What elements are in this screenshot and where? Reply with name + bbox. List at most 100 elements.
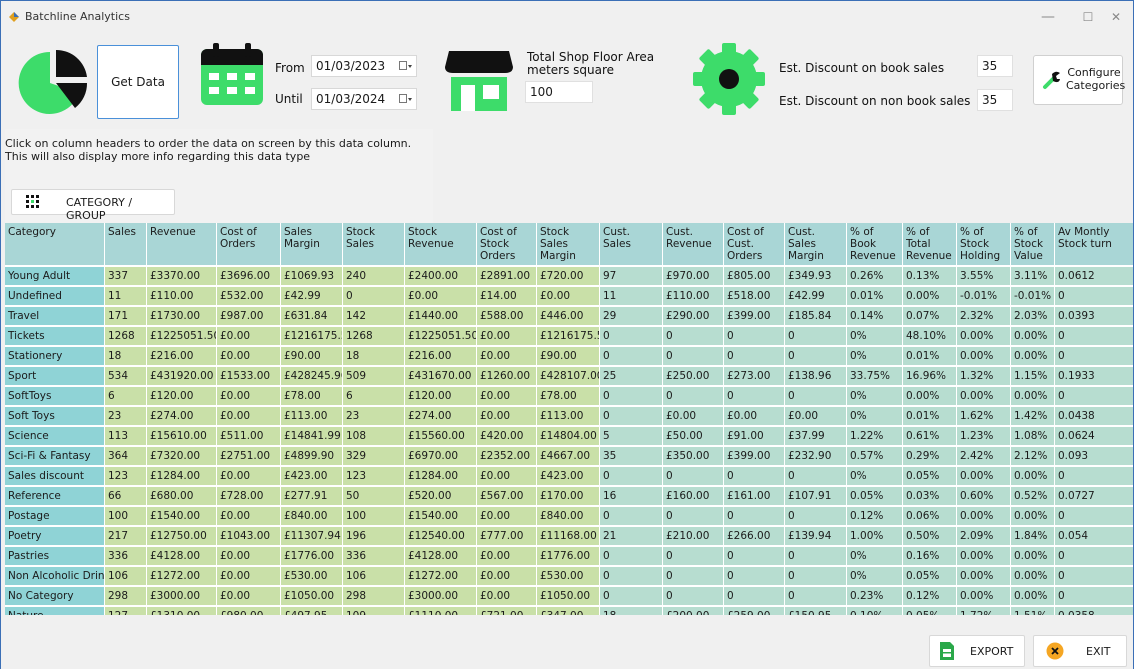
data-cell: £0.00: [217, 347, 281, 367]
data-cell: 0: [1055, 507, 1133, 527]
data-cell: 0.57%: [847, 447, 903, 467]
data-cell: £1310.00: [147, 607, 217, 615]
data-cell: 123: [343, 467, 405, 487]
data-cell: 0: [663, 547, 724, 567]
table-row[interactable]: SoftToys 6 £120.00 £0.00 £78.00 6 £120.00 £0.00…: [5, 387, 1133, 407]
data-cell: £1225051.50: [405, 327, 477, 347]
table-row[interactable]: Soft Toys 23 £274.00 £0.00 £113.00 23 £274.00 £…: [5, 407, 1133, 427]
table-row[interactable]: Undefined 11 £110.00 £532.00 £42.99 0 £0.00 £14…: [5, 287, 1133, 307]
table-row[interactable]: Stationery 18 £216.00 £0.00 £90.00 18 £216.00 £…: [5, 347, 1133, 367]
column-header[interactable]: Av Montly Stock turn: [1055, 223, 1133, 267]
data-cell: £0.00: [477, 547, 537, 567]
data-cell: 0.00%: [957, 587, 1011, 607]
table-row[interactable]: Sport 534 £431920.00 £1533.00 £428245.96 509 £…: [5, 367, 1133, 387]
data-cell: 0.06%: [903, 507, 957, 527]
data-cell: £4899.90: [281, 447, 343, 467]
exit-icon: [1046, 642, 1064, 660]
data-cell: 0: [600, 547, 663, 567]
table-row[interactable]: Reference 66 £680.00 £728.00 £277.91 50 £520.0…: [5, 487, 1133, 507]
get-data-button[interactable]: Get Data: [97, 45, 179, 119]
exit-button[interactable]: EXIT: [1033, 635, 1127, 667]
discount-nonbook-input[interactable]: 35: [977, 89, 1013, 111]
column-header[interactable]: Category: [5, 223, 105, 267]
table-row[interactable]: No Category 298 £3000.00 £0.00 £1050.00 298 £3…: [5, 587, 1133, 607]
data-cell: 2.09%: [957, 527, 1011, 547]
column-header[interactable]: Cost of Orders: [217, 223, 281, 267]
data-cell: £113.00: [537, 407, 600, 427]
column-header[interactable]: % of Total Revenue: [903, 223, 957, 267]
discount-book-label: Est. Discount on book sales: [779, 61, 945, 75]
data-cell: £428107.00: [537, 367, 600, 387]
table-row[interactable]: Young Adult 337 £3370.00 £3696.00 £1069.93 24…: [5, 267, 1133, 287]
column-header[interactable]: Stock Revenue: [405, 223, 477, 267]
data-cell: £161.00: [724, 487, 785, 507]
data-cell: 18: [600, 607, 663, 615]
data-cell: 0.093: [1055, 447, 1133, 467]
data-cell: 171: [105, 307, 147, 327]
from-date-picker[interactable]: 01/03/2023: [311, 55, 417, 77]
column-header[interactable]: Revenue: [147, 223, 217, 267]
data-cell: 0.60%: [957, 487, 1011, 507]
column-header[interactable]: Cost of Stock Orders: [477, 223, 537, 267]
table-row[interactable]: Pastries 336 £4128.00 £0.00 £1776.00 336 £4128…: [5, 547, 1133, 567]
column-header[interactable]: Cost of Cust. Orders: [724, 223, 785, 267]
table-row[interactable]: Science 113 £15610.00 £511.00 £14841.99 108 £1…: [5, 427, 1133, 447]
data-cell: £511.00: [217, 427, 281, 447]
data-cell: 0.00%: [1011, 547, 1055, 567]
column-header[interactable]: Sales Margin: [281, 223, 343, 267]
column-header[interactable]: Cust. Sales: [600, 223, 663, 267]
data-cell: £0.00: [217, 567, 281, 587]
table-row[interactable]: Sci-Fi & Fantasy 364 £7320.00 £2751.00 £4899…: [5, 447, 1133, 467]
category-cell: Stationery: [5, 347, 105, 367]
data-cell: 6: [343, 387, 405, 407]
table-row[interactable]: Postage 100 £1540.00 £0.00 £840.00 100 £1540.0…: [5, 507, 1133, 527]
discount-nonbook-label: Est. Discount on non book sales: [779, 94, 971, 108]
column-header[interactable]: Stock Sales: [343, 223, 405, 267]
data-cell: £431920.00: [147, 367, 217, 387]
data-cell: £1260.00: [477, 367, 537, 387]
data-cell: 97: [600, 267, 663, 287]
column-header[interactable]: Stock Sales Margin: [537, 223, 600, 267]
column-header[interactable]: % of Stock Value: [1011, 223, 1055, 267]
category-group-button[interactable]: CATEGORY / GROUP: [11, 189, 175, 222]
data-cell: £1284.00: [147, 467, 217, 487]
table-row[interactable]: Non Alcoholic Drinks106£1272.00£0.00£530…: [5, 567, 1133, 587]
footer-bar: EXPORT EXIT: [1, 615, 1133, 669]
spreadsheet-icon: [940, 642, 954, 660]
category-cell: Science: [5, 427, 105, 447]
column-header[interactable]: Sales: [105, 223, 147, 267]
data-cell: 0: [663, 507, 724, 527]
floor-area-input[interactable]: 100: [525, 81, 593, 103]
data-cell: £1272.00: [405, 567, 477, 587]
data-cell: £150.95: [785, 607, 847, 615]
column-header[interactable]: % of Book Revenue: [847, 223, 903, 267]
data-cell: £42.99: [785, 287, 847, 307]
data-cell: £185.84: [785, 307, 847, 327]
configure-categories-button[interactable]: Configure Categories: [1033, 55, 1125, 105]
instructions-text: Click on column headers to order the dat…: [5, 137, 412, 163]
data-cell: £120.00: [147, 387, 217, 407]
data-cell: 0.12%: [903, 587, 957, 607]
instructions-panel: Click on column headers to order the dat…: [1, 129, 1133, 223]
until-date-picker[interactable]: 01/03/2024: [311, 88, 417, 110]
table-row[interactable]: Nature127£1310.00£980.00£497.95109£1110.…: [5, 607, 1133, 615]
column-header[interactable]: Cust. Sales Margin: [785, 223, 847, 267]
data-cell: £0.00: [477, 507, 537, 527]
table-row[interactable]: Sales discount 123 £1284.00 £0.00 £423.00 123…: [5, 467, 1133, 487]
column-header[interactable]: % of Stock Holding: [957, 223, 1011, 267]
category-cell: Nature: [5, 607, 105, 615]
data-cell: £399.00: [724, 307, 785, 327]
data-cell: £138.96: [785, 367, 847, 387]
column-header[interactable]: Cust. Revenue: [663, 223, 724, 267]
data-table-container[interactable]: Category Sales Revenue Cost of Orders Sales …: [5, 223, 1133, 615]
data-cell: £1533.00: [217, 367, 281, 387]
data-cell: £1540.00: [405, 507, 477, 527]
close-button[interactable]: ✕: [1093, 1, 1134, 33]
discount-book-input[interactable]: 35: [977, 55, 1013, 77]
table-row[interactable]: Poetry 217 £12750.00 £1043.00 £11307.94 196 £1…: [5, 527, 1133, 547]
pie-chart-icon: [18, 49, 88, 114]
table-row[interactable]: Travel 171 £1730.00 £987.00 £631.84 142 £1440.…: [5, 307, 1133, 327]
data-cell: 0: [724, 347, 785, 367]
export-button[interactable]: EXPORT: [929, 635, 1025, 667]
table-row[interactable]: Tickets1268£1225051.50£0.00£1216175.5012…: [5, 327, 1133, 347]
